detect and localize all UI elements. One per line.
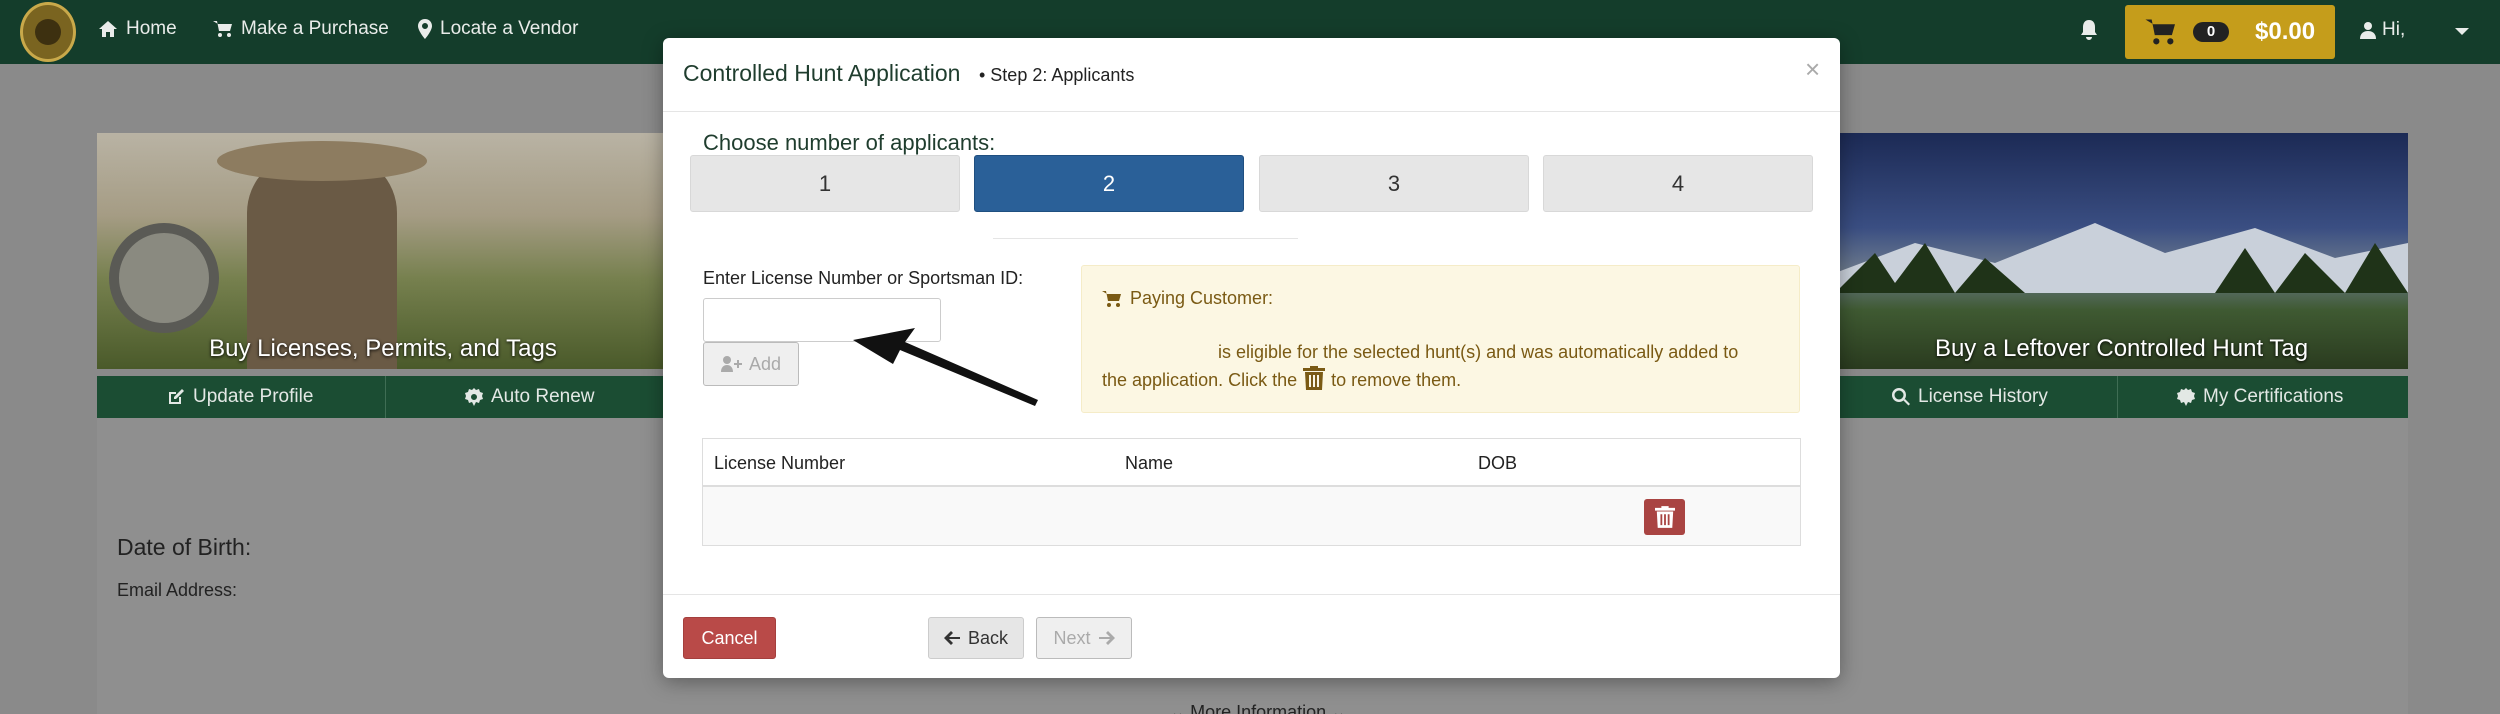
applicants-table: License Number Name DOB	[702, 438, 1801, 546]
applicant-count-4[interactable]: 4	[1543, 155, 1813, 212]
arrow-right-icon	[1098, 631, 1115, 645]
dob-label: Date of Birth:	[117, 534, 252, 560]
chevron-down-icon[interactable]	[2455, 28, 2469, 35]
fishing-reel-image	[109, 223, 219, 333]
applicant-count-2[interactable]: 2	[974, 155, 1244, 212]
paying-customer-message: is eligible for the selected hunt(s) and…	[1102, 339, 1782, 398]
trash-icon	[1654, 506, 1675, 528]
divider	[993, 238, 1298, 239]
arrow-left-icon	[943, 631, 960, 645]
modal-footer: Cancel Back Next	[663, 594, 1840, 678]
edit-icon	[169, 389, 184, 404]
cart-icon	[213, 21, 232, 37]
email-label: Email Address:	[117, 580, 238, 600]
add-user-icon	[720, 356, 742, 372]
cart-total: $0.00	[2255, 18, 2316, 45]
paying-customer-heading: Paying Customer:	[1102, 288, 1273, 309]
update-profile-link[interactable]: Update Profile	[167, 386, 313, 408]
notifications-bell[interactable]	[2080, 20, 2098, 45]
banner-caption: Buy Licenses, Permits, and Tags	[209, 335, 557, 362]
cancel-button[interactable]: Cancel	[683, 617, 776, 659]
license-history-link[interactable]: License History	[1892, 386, 2048, 408]
applicant-count-3[interactable]: 3	[1259, 155, 1529, 212]
more-information-link[interactable]: ⌄ More Information ⌄	[1170, 702, 1346, 714]
certificate-icon	[2177, 388, 2195, 406]
back-button[interactable]: Back	[928, 617, 1024, 659]
cart-count-badge: 0	[2193, 22, 2229, 42]
cart-icon	[2145, 19, 2175, 45]
controlled-hunt-modal: Controlled Hunt Application • Step 2: Ap…	[663, 38, 1840, 678]
banner-buy-licenses[interactable]: Buy Licenses, Permits, and Tags	[97, 133, 669, 369]
modal-title: Controlled Hunt Application	[683, 60, 961, 86]
my-certifications-link[interactable]: My Certifications	[2177, 386, 2343, 408]
nav-locate-vendor[interactable]: Locate a Vendor	[418, 18, 578, 40]
gear-icon	[465, 388, 483, 406]
column-license-number: License Number	[714, 453, 846, 473]
add-applicant-button[interactable]: Add	[703, 342, 799, 386]
arrow-annotation	[853, 328, 1038, 406]
map-marker-icon	[418, 19, 432, 39]
license-number-label: Enter License Number or Sportsman ID:	[703, 268, 1024, 288]
paying-customer-alert: Paying Customer: is eligible for the sel…	[1081, 265, 1800, 413]
modal-step: • Step 2: Applicants	[979, 65, 1135, 85]
auto-renew-link[interactable]: Auto Renew	[465, 386, 595, 408]
hat-image	[217, 141, 427, 181]
nav-make-purchase[interactable]: Make a Purchase	[213, 18, 389, 40]
choose-applicants-label: Choose number of applicants:	[703, 130, 996, 155]
divider	[385, 376, 386, 418]
column-dob: DOB	[1478, 453, 1518, 473]
table-header: License Number Name DOB	[703, 439, 1800, 487]
mountains-image	[1835, 223, 2408, 293]
cart-button[interactable]: 0 $0.00	[2125, 5, 2335, 59]
divider	[2117, 376, 2118, 418]
idaho-logo[interactable]	[20, 2, 76, 62]
user-icon	[2360, 22, 2376, 39]
applicant-count-1[interactable]: 1	[690, 155, 960, 212]
column-name: Name	[1125, 453, 1174, 473]
close-icon[interactable]: ×	[1805, 54, 1820, 85]
cart-icon	[1102, 290, 1121, 307]
search-icon	[1892, 388, 1910, 406]
user-menu[interactable]: Hi,	[2360, 19, 2405, 41]
banner-leftover-tag[interactable]: Buy a Leftover Controlled Hunt Tag	[1835, 133, 2408, 369]
nav-home[interactable]: Home	[98, 18, 177, 40]
trash-icon	[1303, 366, 1326, 398]
remove-applicant-button[interactable]	[1644, 499, 1685, 535]
next-button[interactable]: Next	[1036, 617, 1132, 659]
modal-header: Controlled Hunt Application • Step 2: Ap…	[663, 38, 1840, 112]
table-row	[703, 487, 1800, 545]
home-icon	[99, 21, 117, 37]
banner-caption: Buy a Leftover Controlled Hunt Tag	[1934, 335, 2309, 362]
bell-icon	[2081, 20, 2097, 40]
